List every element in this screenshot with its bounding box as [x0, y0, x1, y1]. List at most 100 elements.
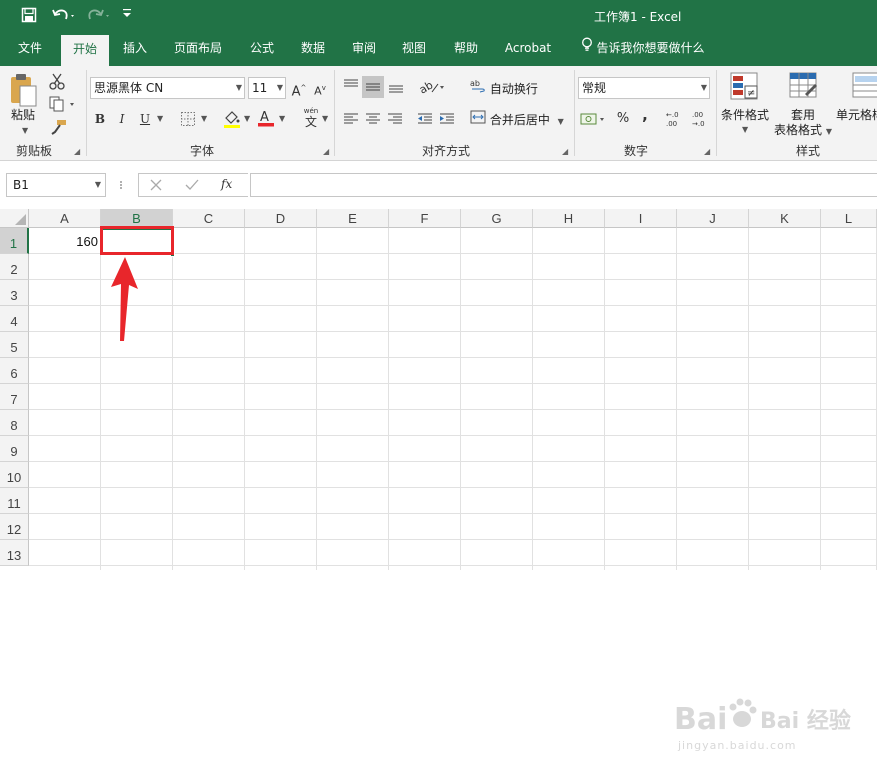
row-header-13[interactable]: 13: [0, 540, 29, 566]
row-header-5[interactable]: 5: [0, 332, 29, 358]
chevron-down-icon[interactable]: ▼: [201, 114, 207, 123]
column-header-f[interactable]: F: [389, 209, 461, 228]
chevron-down-icon[interactable]: ▼: [742, 125, 748, 134]
row-header-11[interactable]: 11: [0, 488, 29, 514]
tab-page-layout[interactable]: 页面布局: [165, 33, 231, 66]
accounting-format-icon[interactable]: [580, 110, 608, 131]
italic-button[interactable]: I: [114, 108, 130, 130]
font-color-icon[interactable]: A: [256, 108, 276, 131]
orientation-icon[interactable]: ab: [417, 78, 446, 99]
resize-handle-icon[interactable]: [119, 177, 123, 193]
font-size-combo[interactable]: 11 ▼: [248, 77, 286, 99]
name-box[interactable]: B1 ▼: [6, 173, 106, 197]
align-bottom-icon[interactable]: [387, 78, 405, 97]
merge-center-button[interactable]: 合并后居中 ▼: [470, 109, 570, 131]
format-painter-icon[interactable]: [48, 118, 68, 139]
tab-help[interactable]: 帮助: [444, 33, 488, 66]
chevron-down-icon[interactable]: ▼: [157, 114, 163, 123]
paste-button[interactable]: 粘贴: [11, 106, 35, 123]
row-header-2[interactable]: 2: [0, 254, 29, 280]
cancel-icon[interactable]: [148, 177, 164, 196]
gridline-horizontal: [29, 487, 877, 488]
decrease-decimal-icon[interactable]: .00 →.0: [690, 109, 710, 132]
cut-icon[interactable]: [48, 72, 66, 93]
tab-acrobat[interactable]: Acrobat: [498, 33, 558, 66]
chevron-down-icon[interactable]: ▼: [244, 114, 250, 123]
chevron-down-icon[interactable]: ▼: [279, 114, 285, 123]
tab-home[interactable]: 开始: [61, 35, 109, 66]
undo-icon[interactable]: [49, 7, 79, 27]
row-header-7[interactable]: 7: [0, 384, 29, 410]
column-header-j[interactable]: J: [677, 209, 749, 228]
borders-icon[interactable]: [180, 111, 196, 130]
tab-formulas[interactable]: 公式: [240, 33, 284, 66]
percent-style-button[interactable]: %: [614, 108, 632, 130]
copy-icon[interactable]: [48, 95, 76, 116]
clipboard-launcher-icon[interactable]: ◢: [74, 147, 80, 156]
increase-indent-icon[interactable]: [438, 111, 456, 130]
column-header-k[interactable]: K: [749, 209, 821, 228]
comma-style-button[interactable]: ,: [638, 104, 652, 126]
row-header-4[interactable]: 4: [0, 306, 29, 332]
cell-a1[interactable]: 160: [30, 230, 98, 254]
enter-icon[interactable]: [184, 177, 200, 196]
column-header-e[interactable]: E: [317, 209, 389, 228]
fill-color-icon[interactable]: [222, 109, 242, 132]
increase-font-size-icon[interactable]: A^: [291, 77, 307, 99]
align-middle-icon[interactable]: [362, 76, 384, 98]
redo-icon[interactable]: [84, 7, 114, 27]
insert-function-icon[interactable]: fx: [221, 177, 232, 191]
increase-decimal-icon[interactable]: ←.0.00: [664, 109, 684, 132]
row-header-8[interactable]: 8: [0, 410, 29, 436]
format-as-table-icon[interactable]: [789, 72, 819, 105]
paste-dropdown-icon[interactable]: ▼: [22, 126, 28, 135]
conditional-formatting-icon[interactable]: ≠: [730, 72, 760, 105]
font-launcher-icon[interactable]: ◢: [323, 147, 329, 156]
align-top-icon[interactable]: [342, 78, 360, 97]
row-header-12[interactable]: 12: [0, 514, 29, 540]
decrease-font-size-icon[interactable]: Av: [312, 77, 328, 99]
phonetic-guide-icon[interactable]: wén 文: [300, 107, 322, 129]
align-left-icon[interactable]: [342, 111, 360, 130]
font-name-combo[interactable]: 思源黑体 CN ▼: [90, 77, 245, 99]
number-launcher-icon[interactable]: ◢: [704, 147, 710, 156]
cell-styles-button[interactable]: 单元格样: [836, 106, 877, 123]
column-header-l[interactable]: L: [821, 209, 877, 228]
number-format-combo[interactable]: 常规 ▼: [578, 77, 710, 99]
save-icon[interactable]: [18, 7, 40, 27]
row-header-3[interactable]: 3: [0, 280, 29, 306]
align-center-icon[interactable]: [364, 111, 382, 130]
column-header-c[interactable]: C: [173, 209, 245, 228]
tell-me-search[interactable]: 告诉我你想要做什么: [576, 33, 710, 66]
chevron-down-icon: ▼: [557, 117, 564, 126]
align-right-icon[interactable]: [386, 111, 404, 130]
row-header-9[interactable]: 9: [0, 436, 29, 462]
tab-view[interactable]: 视图: [392, 33, 436, 66]
wrap-text-button[interactable]: ab 自动换行: [470, 78, 570, 100]
column-header-h[interactable]: H: [533, 209, 605, 228]
tab-review[interactable]: 审阅: [342, 33, 386, 66]
column-header-d[interactable]: D: [245, 209, 317, 228]
row-header-6[interactable]: 6: [0, 358, 29, 384]
underline-button[interactable]: U: [137, 108, 153, 130]
row-header-1[interactable]: 1: [0, 228, 29, 254]
worksheet-grid[interactable]: ABCDEFGHIJKL 1 2 3 4 5 6 7 8 9 10 11 12 13 160 Bai B…: [0, 209, 877, 752]
column-header-i[interactable]: I: [605, 209, 677, 228]
formula-input[interactable]: [250, 173, 877, 197]
conditional-formatting-button[interactable]: 条件格式: [720, 106, 770, 123]
alignment-launcher-icon[interactable]: ◢: [562, 147, 568, 156]
select-all-button[interactable]: [0, 209, 29, 228]
tab-data[interactable]: 数据: [291, 33, 335, 66]
cell-styles-icon[interactable]: [852, 72, 877, 105]
chevron-down-icon[interactable]: ▼: [322, 114, 328, 123]
customize-icon[interactable]: [120, 7, 134, 27]
tab-insert[interactable]: 插入: [113, 33, 157, 66]
row-header-10[interactable]: 10: [0, 462, 29, 488]
bold-button[interactable]: B: [92, 108, 108, 130]
format-as-table-button[interactable]: 表格格式 ▼: [773, 121, 833, 138]
chevron-down-icon: ▼: [276, 83, 283, 92]
column-header-a[interactable]: A: [29, 209, 101, 228]
tab-file[interactable]: 文件: [8, 33, 52, 66]
column-header-g[interactable]: G: [461, 209, 533, 228]
decrease-indent-icon[interactable]: [416, 111, 434, 130]
